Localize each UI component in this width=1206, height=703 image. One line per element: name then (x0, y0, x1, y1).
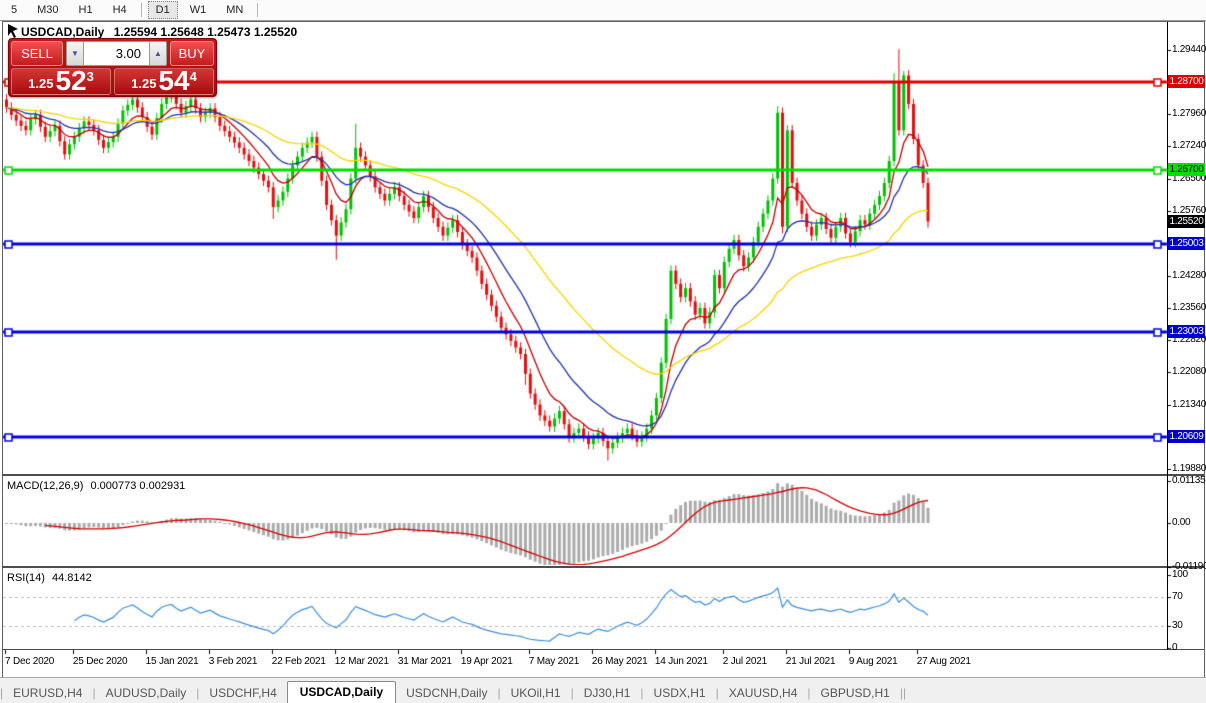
toolbar-separator (140, 3, 142, 17)
rsi-axis-label: 100 (1172, 569, 1188, 580)
date-tick-label: 2 Jul 2021 (722, 656, 767, 667)
macd-label: MACD(12,26,9) 0.000773 0.002931 (7, 480, 185, 492)
date-tick-label: 19 Apr 2021 (460, 656, 513, 667)
price-line-badge: 1.28700 (1168, 75, 1205, 88)
date-tick-label: 26 May 2021 (591, 656, 648, 667)
price-tick-label: 1.27240 (1172, 140, 1206, 152)
price-line-badge: 1.26700 (1168, 162, 1205, 176)
sell-price-pip: 3 (86, 69, 94, 84)
price-tick-label: 1.27960 (1172, 108, 1206, 120)
chart-title: USDCAD,Daily 1.25594 1.25648 1.25473 1.2… (21, 25, 297, 39)
chart-tab-xauusd[interactable]: XAUUSD,H4 (719, 683, 808, 703)
date-tick-label: 7 Dec 2020 (5, 656, 55, 667)
macd-values: 0.000773 0.002931 (90, 480, 186, 492)
symbol-tab-bar: | EURUSD,H4 | AUDUSD,Daily | USDCHF,H4 USDCAD,… (0, 677, 1206, 703)
date-tick-label: 31 Mar 2021 (397, 656, 452, 667)
chart-tab-usdcad[interactable]: USDCAD,Daily (286, 681, 397, 703)
date-tick-label: 7 May 2021 (528, 656, 580, 667)
buy-price-main: 54 (158, 65, 190, 97)
trading-app-window: 5 M30 H1 H4 D1 W1 MN USDCAD,Daily 1.25594 1.25… (0, 0, 1206, 703)
buy-button[interactable]: BUY (170, 41, 214, 66)
chart-plot-area[interactable] (3, 23, 1166, 649)
chart-symbol-label: USDCAD,Daily (21, 25, 105, 39)
macd-name: MACD(12,26,9) (7, 480, 84, 492)
date-tick-label: 12 Mar 2021 (334, 656, 389, 667)
price-tick-label: 1.23560 (1172, 301, 1206, 313)
price-tick-label: 1.22080 (1172, 366, 1206, 378)
date-tick-label: 15 Jan 2021 (145, 656, 199, 667)
price-tick-label: 1.19880 (1172, 463, 1206, 475)
chart-tab-ukoil[interactable]: UKOil,H1 (501, 683, 571, 703)
rsi-value: 44.8142 (51, 572, 92, 584)
timeframe-button-h4[interactable]: H4 (105, 1, 135, 19)
sell-button[interactable]: SELL (11, 41, 63, 66)
chart-tab-usdcnh[interactable]: USDCNH,Daily (396, 683, 497, 703)
chart-cursor-icon (8, 24, 18, 38)
volume-stepper: ▼ 3.00 ▲ (66, 41, 167, 66)
price-tick-label: 1.21340 (1172, 398, 1206, 410)
sell-price-prefix: 1.25 (28, 76, 54, 91)
timeframe-button-h1[interactable]: H1 (71, 1, 101, 19)
timeframe-button-d1[interactable]: D1 (147, 1, 178, 19)
timeframe-button-m30[interactable]: M30 (29, 1, 66, 19)
buy-price-prefix: 1.25 (131, 76, 157, 91)
rsi-name: RSI(14) (7, 572, 45, 584)
timeframe-button-5[interactable]: 5 (3, 1, 25, 19)
price-tick-label: 1.24280 (1172, 269, 1206, 281)
chart-tab-eurusd[interactable]: EURUSD,H4 (3, 683, 92, 703)
macd-axis-label: 0.00 (1172, 517, 1191, 528)
date-tick-label: 27 Aug 2021 (916, 656, 971, 667)
date-tick-label: 9 Aug 2021 (848, 656, 898, 667)
sell-price-main: 52 (55, 65, 87, 97)
current-price-badge: 1.25520 (1168, 214, 1205, 228)
price-line-badge: 1.23003 (1168, 324, 1205, 338)
rsi-label: RSI(14) 44.8142 (7, 572, 92, 584)
date-tick-label: 3 Feb 2021 (208, 656, 258, 667)
timeframe-button-mn[interactable]: MN (218, 1, 251, 19)
price-line-badge: 1.20609 (1168, 430, 1205, 444)
rsi-axis-label: 30 (1172, 620, 1183, 632)
toolbar-separator (257, 3, 259, 17)
rsi-axis-label: 0 (1172, 642, 1178, 653)
chart-tab-usdchf[interactable]: USDCHF,H4 (199, 683, 286, 703)
date-tick-label: 25 Dec 2020 (72, 656, 128, 667)
chart-ohlc-values: 1.25594 1.25648 1.25473 1.25520 (113, 25, 298, 39)
date-tick-label: 22 Feb 2021 (271, 656, 326, 667)
buy-price-pip: 4 (189, 69, 197, 84)
date-tick-label: 14 Jun 2021 (654, 656, 708, 667)
chart-tab-gbpusd[interactable]: GBPUSD,H1 (811, 683, 900, 703)
sell-price-panel[interactable]: 1.25 52 3 (11, 65, 111, 97)
rsi-dates-separator (2, 649, 1204, 650)
chart-tab-usdx[interactable]: USDX,H1 (644, 683, 716, 703)
chart-tab-dj30[interactable]: DJ30,H1 (574, 683, 641, 703)
price-tick-label: 1.29440 (1172, 43, 1206, 55)
timeframe-button-w1[interactable]: W1 (182, 1, 215, 19)
buy-price-panel[interactable]: 1.25 54 4 (114, 65, 214, 97)
volume-increase-button[interactable]: ▲ (149, 41, 167, 66)
volume-input[interactable]: 3.00 (84, 41, 149, 66)
volume-decrease-button[interactable]: ▼ (66, 41, 84, 66)
chart-tab-audusd[interactable]: AUDUSD,Daily (96, 683, 197, 703)
rsi-axis-label: 70 (1172, 590, 1183, 602)
price-line-badge: 1.25003 (1168, 237, 1205, 251)
tab-separator: | (902, 686, 907, 700)
one-click-trade-widget: SELL ▼ 3.00 ▲ BUY 1.25 52 3 1.25 54 4 (8, 38, 217, 97)
macd-axis-label: 0.01135 (1172, 475, 1206, 486)
date-tick-label: 21 Jul 2021 (785, 656, 836, 667)
timeframe-toolbar: 5 M30 H1 H4 D1 W1 MN (0, 0, 1206, 21)
